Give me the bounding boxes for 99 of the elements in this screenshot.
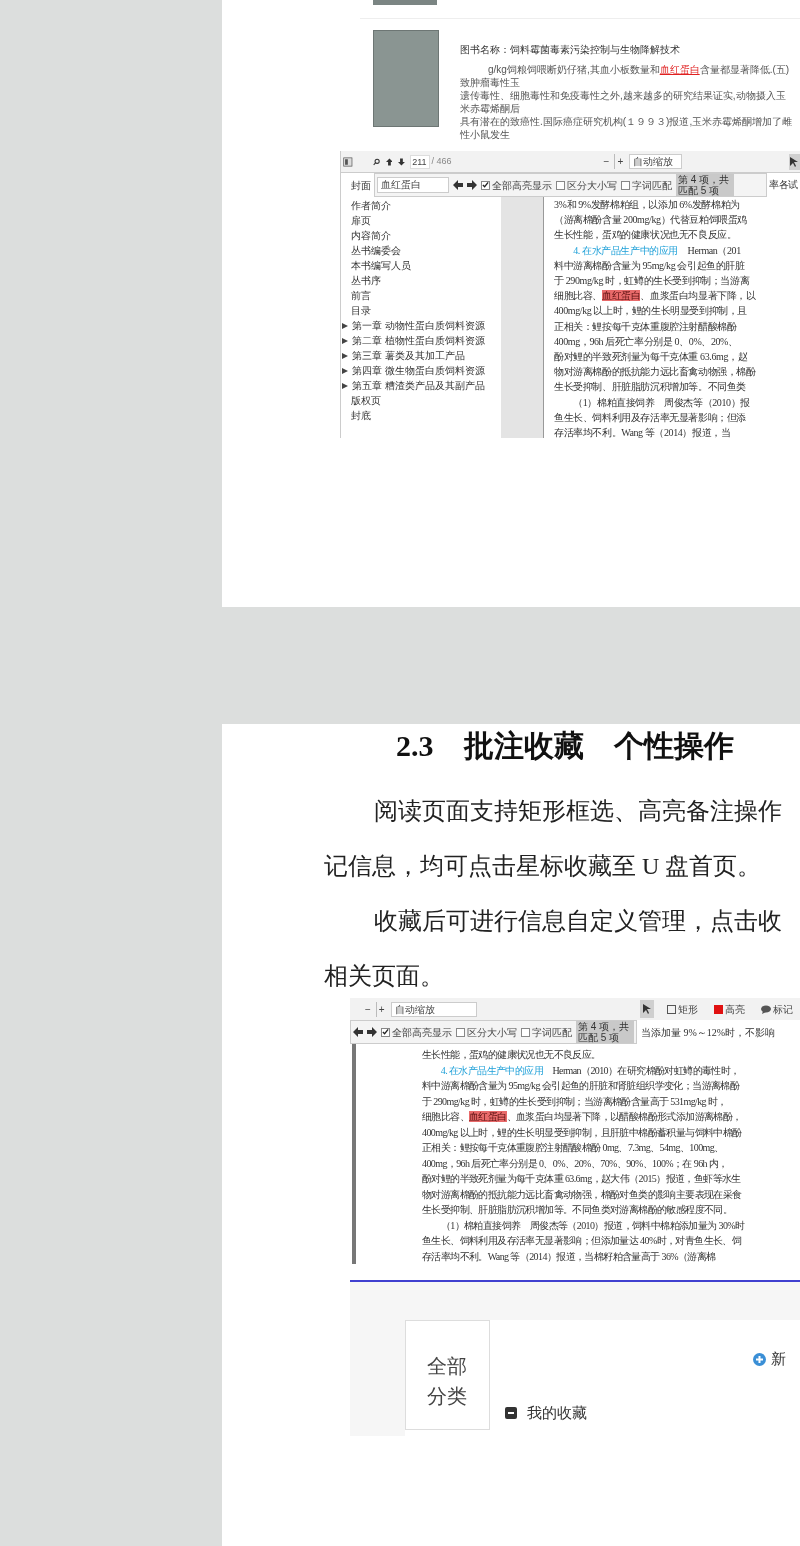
- text-line: 酚对鲤的半致死剂量为每千克体重 63.6mg，赵: [554, 350, 749, 365]
- text-line: 3%和 9%发酵棉粕组，以添加 6%发酵棉粕为: [554, 198, 741, 212]
- text-line: 400mg/kg 以上时，鲤的生长明显受到抑制，且: [554, 304, 749, 319]
- page-count: / 466: [431, 154, 452, 168]
- outline-item[interactable]: 丛书编委会: [351, 243, 401, 258]
- search-icon: [372, 156, 380, 167]
- text-line: 生长受抑制、肝脏脂肪沉积增加等。不同鱼类对游离棉酚的敏感程度不同。: [422, 1203, 734, 1217]
- text-line: 4. 在水产品生产中的应用 Herman（2010）在研究棉酚对虹鳟的毒性时，: [439, 1063, 741, 1078]
- checkbox[interactable]: 字词匹配: [621, 177, 672, 193]
- outline-item[interactable]: 封底: [351, 408, 371, 423]
- text-line: 鱼生长、饲料利用及存活率无显著影响；但添加量达 40%时，对青鱼生长、饲: [422, 1234, 743, 1248]
- checkbox[interactable]: 全部高亮显示: [381, 1024, 452, 1040]
- zoom-select[interactable]: 自动缩放: [629, 154, 682, 169]
- outline-item[interactable]: 第五章 糟渣类产品及其副产品: [352, 378, 485, 393]
- checkbox[interactable]: 全部高亮显示: [481, 177, 552, 193]
- outline-item[interactable]: 作者简介: [351, 198, 391, 213]
- outline-item[interactable]: 封面: [351, 178, 371, 193]
- text-line: 生长受抑制、肝脏脂肪沉积增加等。不同鱼类: [554, 380, 747, 395]
- paragraph-line: 相关页面。: [324, 962, 444, 991]
- outline-item[interactable]: 第二章 植物性蛋白质饲料资源: [352, 333, 485, 348]
- photo-placeholder: [373, 0, 437, 5]
- text-line: 生长性能，蛋鸡的健康状况也无不良反应。: [422, 1048, 602, 1062]
- text-line: （1）棉粕直接饲养 周俊杰等（2010）报道，饲料中棉粕添加量为 30%时: [439, 1218, 746, 1233]
- text-line: 鱼生长、饲料利用及存活率无显著影响；但添: [554, 410, 747, 425]
- outline-item[interactable]: 目录: [351, 303, 371, 318]
- pointer-icon: [643, 1004, 651, 1014]
- outline-item[interactable]: 第四章 微生物蛋白质饲料资源: [352, 363, 485, 378]
- tool-button[interactable]: 标记: [758, 1000, 796, 1018]
- outline-item[interactable]: 内容简介: [351, 228, 391, 243]
- text-line: （1）棉粕直接饲养 周俊杰等（2010）报: [572, 395, 751, 410]
- checkbox[interactable]: 字词匹配: [521, 1024, 572, 1040]
- text-line: 400mg，96h 后死亡率分别是 0、0%、20%、70%、90%、100%；在 96h 内，: [422, 1156, 729, 1171]
- sidebar-toggle-icon: [343, 154, 353, 169]
- text-line: （游离棉酚含量 200mg/kg）代替豆粕饲喂蛋鸡: [554, 213, 749, 228]
- outline-item[interactable]: 前言: [351, 288, 371, 303]
- category-panel[interactable]: 全部分类: [405, 1320, 490, 1430]
- square-outline-icon: [667, 1004, 676, 1014]
- text-line: 料中游离棉酚含量为 95mg/kg 会引起鱼的肝脏和肾脏组织学变化；当游离棉酚: [422, 1079, 741, 1093]
- zoom-out-button[interactable]: −: [363, 1001, 373, 1017]
- text-line: 率各试: [769, 178, 798, 193]
- outline-item[interactable]: 扉页: [351, 213, 371, 228]
- text-line: 细胞比容、血红蛋白、血浆蛋白均显著下降，以醋酸棉酚形式添加游离棉酚，: [422, 1110, 743, 1124]
- text-line: 400mg，96h 后死亡率分别是 0、0%、20%、: [554, 334, 739, 349]
- zoom-in-button[interactable]: +: [375, 1001, 387, 1017]
- outline-item[interactable]: 本书编写人员: [351, 258, 411, 273]
- paragraph-line: 阅读页面支持矩形框选、高亮备注操作: [374, 797, 782, 826]
- previous-arrow-icon: [353, 1027, 363, 1037]
- zoom-out-button[interactable]: −: [601, 154, 612, 169]
- checkbox[interactable]: 区分大小写: [456, 1024, 517, 1040]
- text-line: 存活率均不利。Wang 等（2014）报道，当棉籽粕含量高于 36%（游离棉: [422, 1249, 717, 1264]
- outline-item[interactable]: 第三章 薯类及其加工产品: [352, 348, 465, 363]
- text-line: 细胞比容、血红蛋白、血浆蛋白均显著下降，以: [554, 289, 757, 304]
- text-line: 生长性能，蛋鸡的健康状况也无不良反应。: [554, 228, 738, 243]
- speech-bubble-icon: [761, 1004, 771, 1014]
- paragraph-line: 收藏后可进行信息自定义管理，点击收: [374, 907, 782, 936]
- text-line: 遗传毒性、细胞毒性和免疫毒性之外,越来越多的研究结果证实,动物摄入玉米赤霉烯酮后: [460, 89, 787, 115]
- checkbox[interactable]: 区分大小写: [556, 177, 617, 193]
- text-line: 具有潜在的致癌性.国际癌症研究机构(１９９３)报道,玉米赤霉烯酮增加了雌性小鼠发生: [460, 115, 794, 141]
- outline-item[interactable]: 丛书序: [351, 273, 381, 288]
- previous-arrow-icon: [453, 180, 463, 190]
- text-line: 于 290mg/kg 时，虹鳟的生长受到抑制；当游离棉酚含量高于 531mg/kg 时，: [422, 1094, 728, 1109]
- paragraph-line: 记信息，均可点击星标收藏至 U 盘首页。: [324, 852, 762, 881]
- pointer-icon: [790, 156, 799, 167]
- text-line: 物对游离棉酚的抵抗能力远比畜禽动物强，棉酚: [554, 365, 757, 380]
- text-line: 当添加量 9%～12%时，不影响: [641, 1025, 776, 1040]
- zoom-select[interactable]: 自动缩放: [390, 1001, 477, 1017]
- add-button[interactable]: 新: [753, 1348, 786, 1371]
- text-line: 正相关：鲤按每千克体重腹腔注射醋酸棉酚 0mg、7.3mg、54mg、100mg、: [422, 1141, 725, 1155]
- tool-button[interactable]: [640, 1000, 654, 1018]
- match-status: 第 4 项，共匹配 5 项: [676, 174, 734, 196]
- outline-item[interactable]: 版权页: [351, 393, 381, 408]
- text-line: 料中游离棉酚含量为 95mg/kg 会引起鱼的肝脏: [554, 258, 746, 273]
- find-field[interactable]: 血红蛋白: [377, 177, 449, 193]
- outline-item[interactable]: 第一章 动物性蛋白质饲料资源: [352, 318, 485, 333]
- text-line: 400mg/kg 以上时，鲤的生长明显受到抑制，且肝脏中棉酚蓄积量与饲料中棉酚: [422, 1125, 743, 1140]
- text-line: 4. 在水产品生产中的应用 Herman（201: [572, 243, 742, 258]
- zoom-in-button[interactable]: +: [614, 154, 626, 169]
- next-arrow-icon: [367, 1027, 377, 1037]
- text-line: 酚对鲤的半致死剂量为每千克体重 63.6mg，赵大伟（2015）报道，鱼虾等水生: [422, 1172, 742, 1186]
- text-line: g/kg饲粮饲喂断奶仔猪,其血小板数量和血红蛋白含量都显著降低.(五)致肿瘤毒性玉: [460, 63, 791, 89]
- tool-button[interactable]: 矩形: [664, 1000, 701, 1018]
- text-line: 正相关：鲤按每千克体重腹腔注射醋酸棉酚: [554, 319, 738, 334]
- folder-item[interactable]: 我的收藏: [527, 1402, 587, 1425]
- pointer-tool-button[interactable]: [788, 153, 800, 170]
- plus-circle-icon: [753, 1352, 766, 1366]
- text-line: 存活率均不利。Wang 等（2014）报道，当: [554, 426, 732, 441]
- book-title: 图书名称：饲料霉菌毒素污染控制与生物降解技术: [460, 43, 681, 57]
- next-arrow-icon: [467, 180, 477, 190]
- page-number-field[interactable]: 211: [410, 154, 430, 169]
- check-icon: [382, 1028, 389, 1036]
- section-heading: 2.3 批注收藏 个性操作: [396, 728, 735, 764]
- up-arrow-icon: [385, 156, 393, 167]
- match-status: 第 4 项，共匹配 5 项: [576, 1021, 634, 1043]
- tool-button[interactable]: 高亮: [711, 1000, 748, 1018]
- check-icon: [482, 181, 489, 189]
- down-arrow-icon: [398, 156, 406, 167]
- text-line: 物对游离棉酚的抵抗能力远比畜禽动物强，棉酚对鱼类的影响主要表现在采食: [422, 1187, 743, 1202]
- text-line: 于 290mg/kg 时，虹鳟的生长受到抑制；当游离: [554, 274, 751, 288]
- square-icon: [714, 1004, 723, 1014]
